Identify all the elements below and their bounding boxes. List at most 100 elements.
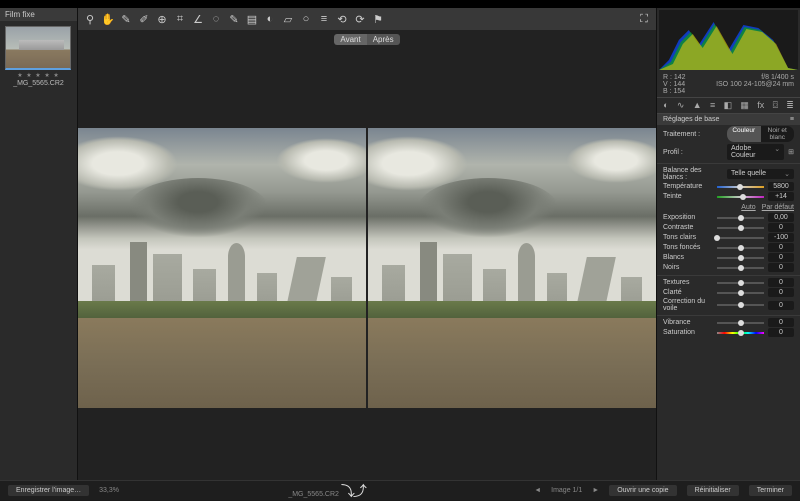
slider-vibrance-label: Vibrance	[663, 319, 713, 326]
thumbnail-item[interactable]: ★ ★ ★ ★ ★ _MG_5565.CR2	[5, 26, 72, 87]
spot-removal-icon[interactable]: ◌	[208, 11, 224, 27]
linear-gradient-icon[interactable]: ▤	[244, 11, 260, 27]
rating-stars[interactable]: ★ ★ ★ ★ ★	[5, 72, 72, 79]
slider-exposure-track[interactable]	[717, 217, 764, 219]
slider-clarity-thumb[interactable]	[738, 290, 744, 296]
slider-exposure-thumb[interactable]	[738, 215, 744, 221]
tab-split-icon[interactable]: ◧	[724, 100, 733, 111]
radial-gradient-icon[interactable]: ◐	[262, 11, 278, 27]
tab-cal-icon[interactable]: ⌼	[773, 100, 778, 111]
rotate-right-icon[interactable]: ⟳	[352, 11, 368, 27]
slider-tint-track[interactable]	[717, 196, 764, 198]
tab-basic-icon[interactable]: ◐	[663, 100, 668, 111]
hand-tool-icon[interactable]: ✋	[100, 11, 116, 27]
treatment-label: Traitement :	[663, 131, 723, 138]
slider-whites: Blancs0	[657, 253, 800, 263]
fullscreen-icon[interactable]: ⛶	[636, 11, 652, 27]
tab-curve-icon[interactable]: ∿	[677, 100, 685, 111]
slider-saturation-value[interactable]: 0	[768, 328, 794, 337]
slider-dehaze-track[interactable]	[717, 304, 764, 306]
slider-vibrance-track[interactable]	[717, 322, 764, 324]
treatment-toggle[interactable]: Couleur Noir et blanc	[727, 126, 794, 142]
slider-blacks-value[interactable]: 0	[768, 263, 794, 272]
readout-aperture: f/8	[761, 74, 769, 81]
tab-detail-icon[interactable]: ▲	[693, 100, 702, 111]
slider-temperature-thumb[interactable]	[737, 184, 743, 190]
default-link[interactable]: Par défaut	[762, 204, 794, 211]
slider-texture-value[interactable]: 0	[768, 278, 794, 287]
slider-temperature-value[interactable]: 5800	[768, 182, 794, 191]
target-adjust-icon[interactable]: ⊕	[154, 11, 170, 27]
save-image-button[interactable]: Enregistrer l'image…	[8, 485, 89, 496]
slider-vibrance-value[interactable]: 0	[768, 318, 794, 327]
auto-link[interactable]: Auto	[741, 204, 755, 211]
preferences-icon[interactable]: ≡	[316, 11, 332, 27]
profile-browse-icon[interactable]: ⊞	[788, 148, 794, 156]
slider-dehaze-thumb[interactable]	[738, 302, 744, 308]
brush-tool-icon[interactable]: ✎	[226, 11, 242, 27]
slider-saturation-thumb[interactable]	[738, 330, 744, 336]
slider-clarity-value[interactable]: 0	[768, 288, 794, 297]
nav-next-icon[interactable]: ►	[592, 487, 599, 494]
slider-tint-thumb[interactable]	[740, 194, 746, 200]
slider-shadows-value[interactable]: 0	[768, 243, 794, 252]
reset-button[interactable]: Réinitialiser	[687, 485, 739, 496]
tab-fx-icon[interactable]: fx	[757, 100, 764, 111]
slider-contrast-value[interactable]: 0	[768, 223, 794, 232]
slider-saturation-track[interactable]	[717, 332, 764, 334]
slider-blacks: Noirs0	[657, 263, 800, 273]
rotate-left-icon[interactable]: ⟲	[334, 11, 350, 27]
slider-tint-value[interactable]: +14	[768, 192, 794, 201]
slider-whites-thumb[interactable]	[738, 255, 744, 261]
slider-whites-value[interactable]: 0	[768, 253, 794, 262]
zoom-readout[interactable]: 33,3%	[99, 487, 119, 494]
slider-blacks-track[interactable]	[717, 267, 764, 269]
tab-preset-icon[interactable]: ≣	[786, 100, 794, 111]
canvas-area[interactable]	[78, 45, 656, 480]
done-button[interactable]: Terminer	[749, 485, 792, 496]
footer-filename: _MG_5565.CR2	[288, 491, 339, 498]
nav-prev-icon[interactable]: ◄	[534, 487, 541, 494]
zoom-tool-icon[interactable]: ⚲	[82, 11, 98, 27]
profile-dropdown[interactable]: Adobe Couleur	[727, 144, 784, 160]
slider-exposure-value[interactable]: 0,00	[768, 213, 794, 222]
color-sampler-icon[interactable]: ✐	[136, 11, 152, 27]
treatment-bw[interactable]: Noir et blanc	[761, 126, 795, 142]
photo-after[interactable]	[368, 128, 656, 408]
slider-whites-track[interactable]	[717, 257, 764, 259]
open-copy-button[interactable]: Ouvrir une copie	[609, 485, 676, 496]
histogram[interactable]	[659, 10, 798, 70]
slider-contrast-track[interactable]	[717, 227, 764, 229]
photo-before[interactable]	[78, 128, 366, 408]
main-toolbar: ⚲ ✋ ✎ ✐ ⊕ ⌗ ∠ ◌ ✎ ▤ ◐ ▱ ○ ≡ ⟲ ⟳ ⚑ ⛶	[78, 8, 656, 30]
circle-mask-icon[interactable]: ○	[298, 11, 314, 27]
straighten-tool-icon[interactable]: ∠	[190, 11, 206, 27]
eraser-icon[interactable]: ▱	[280, 11, 296, 27]
slider-contrast-thumb[interactable]	[738, 225, 744, 231]
readout-shutter: 1/400 s	[771, 74, 794, 81]
slider-vibrance-thumb[interactable]	[738, 320, 744, 326]
slider-dehaze-value[interactable]: 0	[768, 301, 794, 310]
treatment-color[interactable]: Couleur	[727, 126, 761, 142]
slider-clarity-label: Clarté	[663, 289, 713, 296]
wb-dropdown[interactable]: Telle quelle	[727, 169, 794, 179]
tab-lens-icon[interactable]: ▦	[740, 100, 749, 111]
crop-tool-icon[interactable]: ⌗	[172, 11, 188, 27]
thumbnail-image[interactable]	[5, 26, 71, 70]
panel-menu-icon[interactable]: ≡	[790, 116, 794, 123]
slider-texture-track[interactable]	[717, 282, 764, 284]
flag-icon[interactable]: ⚑	[370, 11, 386, 27]
slider-clarity-track[interactable]	[717, 292, 764, 294]
basic-section-header[interactable]: Réglages de base ≡	[657, 114, 800, 125]
profile-label: Profil :	[663, 149, 723, 156]
slider-texture-thumb[interactable]	[738, 280, 744, 286]
slider-blacks-thumb[interactable]	[738, 265, 744, 271]
slider-shadows-track[interactable]	[717, 247, 764, 249]
slider-highlights-thumb[interactable]	[714, 235, 720, 241]
tab-hsl-icon[interactable]: ≡	[710, 100, 715, 111]
slider-shadows-thumb[interactable]	[738, 245, 744, 251]
slider-temperature-track[interactable]	[717, 186, 764, 188]
slider-highlights-track[interactable]	[717, 237, 764, 239]
white-balance-eyedrop-icon[interactable]: ✎	[118, 11, 134, 27]
slider-highlights-value[interactable]: -100	[768, 233, 794, 242]
